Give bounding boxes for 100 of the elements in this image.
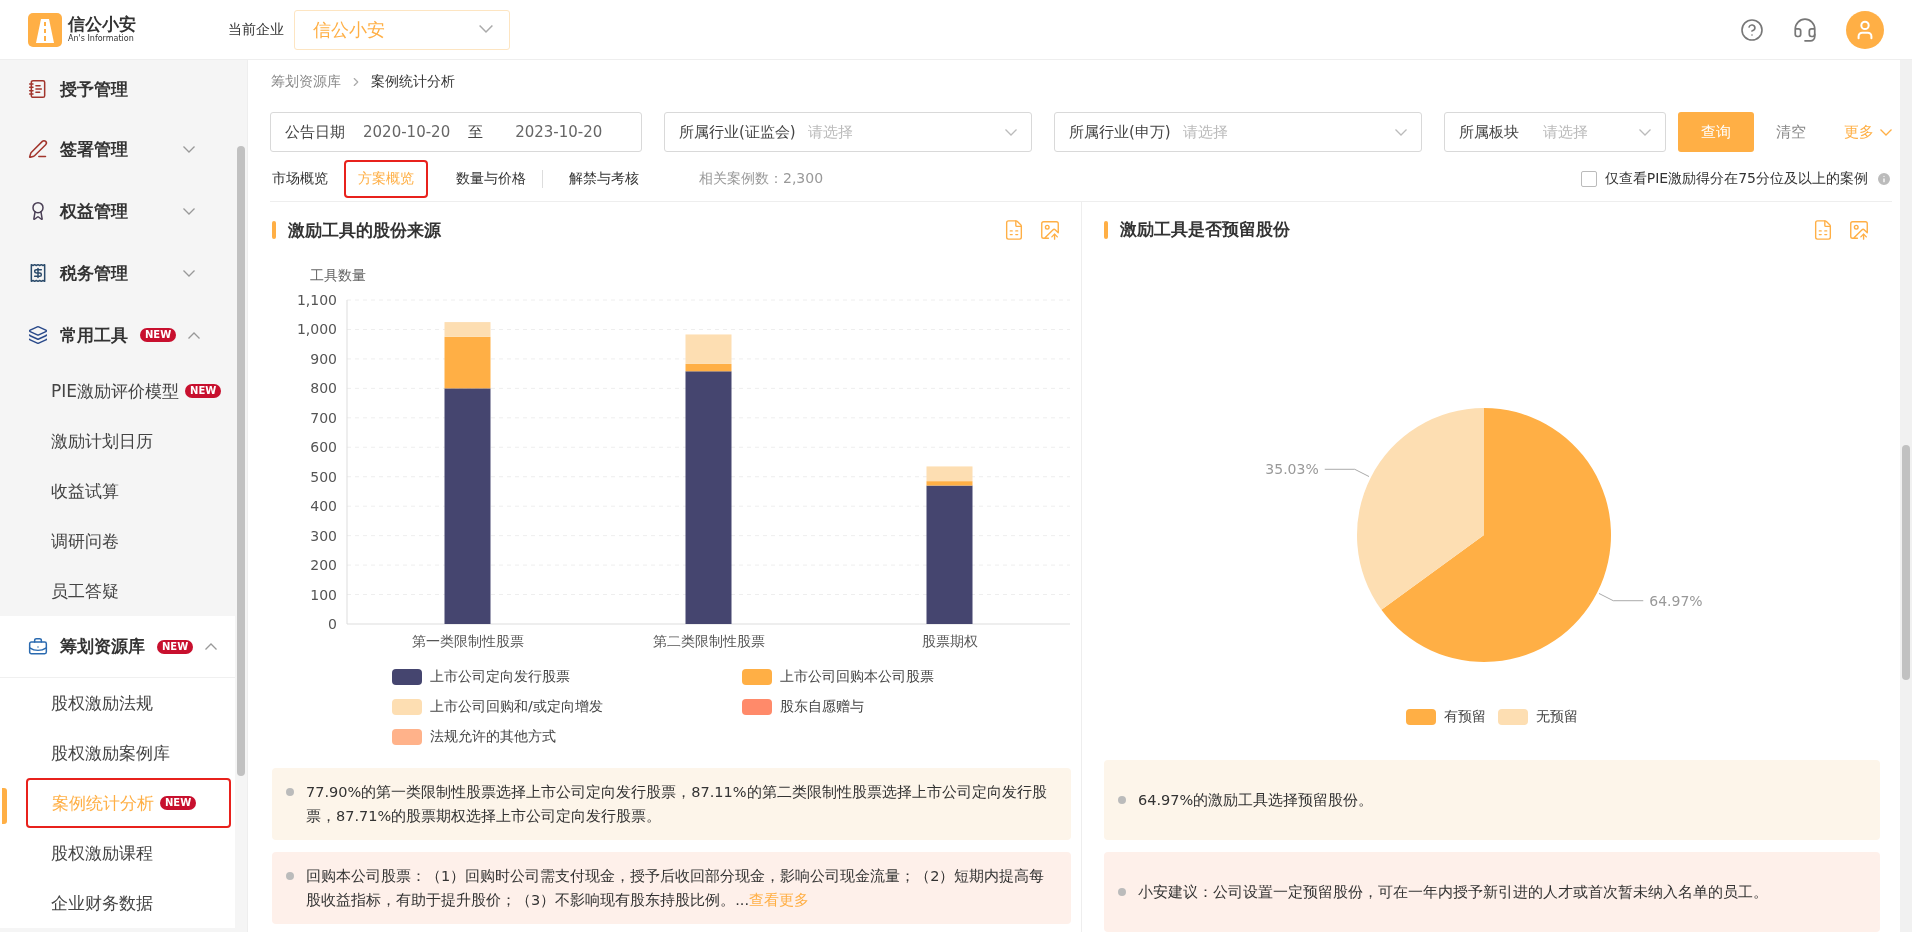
category-label: 第一类限制性股票 xyxy=(411,633,524,649)
category-label: 第二类限制性股票 xyxy=(652,633,765,649)
axis-tick-label: 0 xyxy=(328,616,337,632)
selection-indicator xyxy=(2,788,7,824)
chevron-down-icon xyxy=(183,269,195,277)
axis-tick-label: 1,000 xyxy=(296,321,337,338)
axis-tick-label: 400 xyxy=(310,498,337,515)
sidebar-item[interactable]: PIE激励评价模型 NEW xyxy=(0,366,235,416)
image-export-icon[interactable] xyxy=(1039,219,1061,241)
axis-tick-label: 800 xyxy=(310,380,337,397)
chevron-down-icon xyxy=(479,25,493,34)
bullet-icon xyxy=(286,788,294,796)
sidebar-item[interactable]: 员工答疑 xyxy=(0,566,235,616)
panel-title: 激励工具的股份来源 xyxy=(288,218,441,242)
note-text: 回购本公司股票：（1）回购时公司需支付现金，授予后收回部分现金，影响公司现金流量；（2）短期内提高每股收益指标，有助于提升股价；（3）不影响现有股东持股比例。...查看更多 xyxy=(306,867,1046,910)
company-label: 当前企业 xyxy=(228,20,284,39)
sidebar-group-item[interactable]: 常用工具 NEW xyxy=(0,304,235,366)
category-label: 股票期权 xyxy=(921,633,978,649)
legend-label: 上市公司回购和/或定向增发 xyxy=(430,698,603,716)
select-field[interactable]: 所属板块 请选择 xyxy=(1444,112,1666,152)
sidebar-group-item[interactable]: 授予管理 xyxy=(0,60,235,118)
legend-label: 股东自愿赠与 xyxy=(780,698,864,716)
title-accent xyxy=(272,221,276,239)
sidebar-item[interactable]: 企业财务数据 xyxy=(0,878,235,928)
sidebar-item[interactable]: 股权激励案例库 xyxy=(0,728,235,778)
axis-tick-label: 200 xyxy=(310,557,337,574)
bullet-icon xyxy=(1118,888,1126,896)
logo-title: 信公小安 xyxy=(68,16,136,33)
note-text: 77.90%的第一类限制性股票选择上市公司定向发行股票，87.11%的第二类限制性股票选择上市公司定向发行股票，87.71%的股票期权选择上市公司定向发行股票。 xyxy=(306,783,1048,826)
sidebar-group-item[interactable]: 权益管理 xyxy=(0,180,235,242)
new-badge: NEW xyxy=(185,384,222,398)
help-icon[interactable] xyxy=(1740,17,1764,42)
new-badge: NEW xyxy=(140,328,177,342)
sidebar-item[interactable]: 股权激励课程 xyxy=(0,828,235,878)
bullet-icon xyxy=(286,872,294,880)
leader-line xyxy=(1324,469,1370,478)
clear-button[interactable]: 清空 xyxy=(1776,122,1806,142)
scrollbar[interactable] xyxy=(1902,445,1910,680)
breadcrumb-item[interactable]: 筹划资源库 xyxy=(271,73,341,91)
breadcrumb-item: 案例统计分析 xyxy=(371,73,455,91)
axis-tick-label: 1,100 xyxy=(296,292,337,308)
sidebar-group-item[interactable]: 签署管理 xyxy=(0,118,235,180)
tab[interactable]: 市场概览 xyxy=(270,159,342,198)
chevron-up-icon xyxy=(205,643,218,650)
legend-label: 无预留 xyxy=(1536,708,1578,726)
title-accent xyxy=(1104,220,1108,239)
layers-icon xyxy=(28,325,48,345)
legend-label: 上市公司回购本公司股票 xyxy=(780,668,934,686)
select-field[interactable]: 所属行业(证监会) 请选择 xyxy=(664,112,1032,152)
headset-icon[interactable] xyxy=(1792,16,1818,43)
sidebar-item[interactable]: 激励计划日历 xyxy=(0,416,235,466)
receipt-icon xyxy=(28,263,48,283)
axis-tick-label: 700 xyxy=(310,409,337,426)
logo-icon xyxy=(28,12,62,47)
pen-icon xyxy=(28,139,48,159)
info-icon[interactable] xyxy=(1876,170,1892,187)
note-text: 小安建议：公司设置一定预留股份，可在一年内授予新引进的人才或首次暂未纳入名单的员工。 xyxy=(1138,883,1768,902)
tab[interactable]: 数量与价格 xyxy=(442,159,540,198)
checkbox[interactable] xyxy=(1580,170,1597,187)
sidebar-item[interactable]: 收益试算 xyxy=(0,466,235,516)
data-label: 35.03% xyxy=(1265,461,1319,478)
legend-label: 有预留 xyxy=(1444,708,1486,726)
axis-tick-label: 900 xyxy=(310,350,337,367)
axis-tick-label: 100 xyxy=(310,586,337,603)
sidebar-item[interactable]: 调研问卷 xyxy=(0,516,235,566)
axis-tick-label: 600 xyxy=(310,439,337,456)
select-field[interactable]: 所属行业(申万) 请选择 xyxy=(1054,112,1422,152)
scrollbar[interactable] xyxy=(237,146,245,776)
leader-line xyxy=(1598,593,1644,602)
book-icon xyxy=(28,79,48,99)
checkbox-label: 仅查看PIE激励得分在75分位及以上的案例 xyxy=(1604,169,1868,188)
data-label: 64.97% xyxy=(1649,593,1703,610)
note-text: 64.97%的激励工具选择预留股份。 xyxy=(1138,791,1374,810)
axis-tick-label: 300 xyxy=(310,527,337,544)
user-avatar[interactable] xyxy=(1846,10,1884,49)
sidebar-group-item[interactable]: 税务管理 xyxy=(0,242,235,304)
chevron-down-icon xyxy=(183,207,195,215)
axis-title: 工具数量 xyxy=(310,267,366,283)
chevron-up-icon xyxy=(188,331,201,339)
chevron-down-icon xyxy=(1395,128,1407,136)
chevron-down-icon xyxy=(1880,128,1892,136)
legend-label: 上市公司定向发行股票 xyxy=(430,668,570,686)
date-range-field[interactable]: 公告日期 2020-10-20 至 2023-10-20 xyxy=(270,112,642,152)
briefcase-icon xyxy=(28,636,48,657)
panel-title: 激励工具是否预留股份 xyxy=(1120,218,1290,242)
spreadsheet-export-icon[interactable] xyxy=(1812,218,1834,241)
bullet-icon xyxy=(1118,796,1126,804)
tab[interactable]: 解禁与考核 xyxy=(555,159,653,198)
case-count: 相关案例数：2,300 xyxy=(699,169,824,188)
logo-subtitle: An's Information xyxy=(68,35,135,43)
chevron-down-icon xyxy=(1005,128,1017,136)
axis-tick-label: 500 xyxy=(310,468,337,485)
sidebar-item[interactable]: 股权激励法规 xyxy=(0,678,235,728)
legend-label: 法规允许的其他方式 xyxy=(430,728,556,746)
chevron-down-icon xyxy=(183,145,195,153)
new-badge: NEW xyxy=(160,796,197,810)
image-export-icon[interactable] xyxy=(1848,218,1870,241)
new-badge: NEW xyxy=(157,639,194,654)
spreadsheet-export-icon[interactable] xyxy=(1003,219,1025,241)
sidebar-group-item[interactable]: 筹划资源库 NEW xyxy=(0,616,235,678)
